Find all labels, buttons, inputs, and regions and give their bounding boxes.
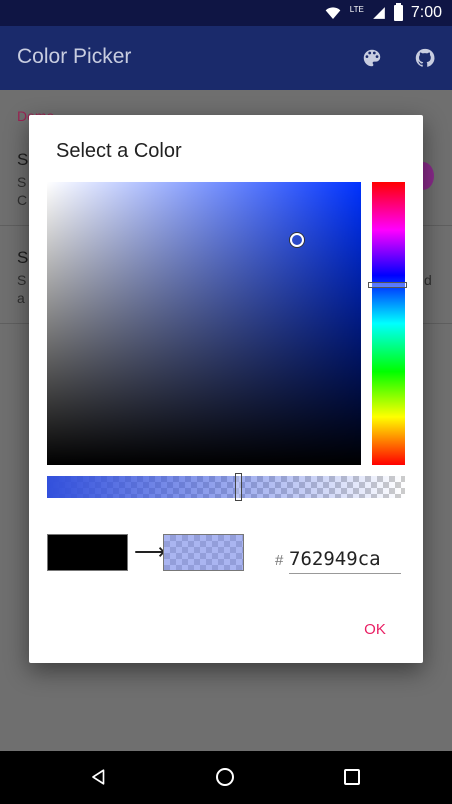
list-item-summary: C [17, 192, 28, 208]
github-icon[interactable] [414, 47, 436, 69]
wifi-icon [325, 7, 341, 19]
navigation-bar [0, 751, 452, 804]
home-icon[interactable] [216, 768, 234, 786]
hex-input[interactable] [289, 545, 401, 574]
dialog-title: Select a Color [56, 140, 182, 162]
hue-handle[interactable] [368, 282, 407, 288]
new-color-fill [164, 535, 243, 570]
ok-button[interactable]: OK [355, 621, 395, 643]
new-color-swatch [163, 534, 244, 571]
lte-label: LTE [349, 4, 364, 14]
alpha-handle[interactable] [235, 473, 242, 501]
palette-icon[interactable] [361, 47, 383, 69]
saturation-value-handle[interactable] [290, 233, 304, 247]
list-item-summary: d [424, 272, 432, 288]
hue-slider[interactable] [368, 182, 407, 465]
back-icon[interactable] [90, 768, 108, 786]
status-icons: LTE 7:00 [324, 3, 442, 22]
previous-color-swatch [47, 534, 128, 571]
hex-prefix: # [275, 552, 284, 569]
list-item-summary: a [17, 290, 25, 306]
list-item-summary: S [17, 174, 27, 190]
color-picker-dialog: Select a Color ⟶ # OK [29, 115, 423, 663]
arrow-icon: ⟶ [134, 539, 166, 564]
alpha-slider[interactable] [47, 473, 405, 501]
list-item-title[interactable]: S [17, 248, 28, 268]
signal-icon [373, 7, 385, 19]
saturation-value-picker[interactable] [47, 182, 361, 465]
list-item-summary: S [17, 272, 27, 288]
app-title: Color Picker [17, 45, 132, 68]
status-bar: LTE 7:00 [0, 0, 452, 26]
recents-icon[interactable] [344, 769, 360, 785]
status-time: 7:00 [410, 4, 442, 21]
list-item-title[interactable]: S [17, 150, 28, 170]
battery-icon [393, 3, 403, 21]
app-bar: Color Picker [0, 26, 452, 90]
